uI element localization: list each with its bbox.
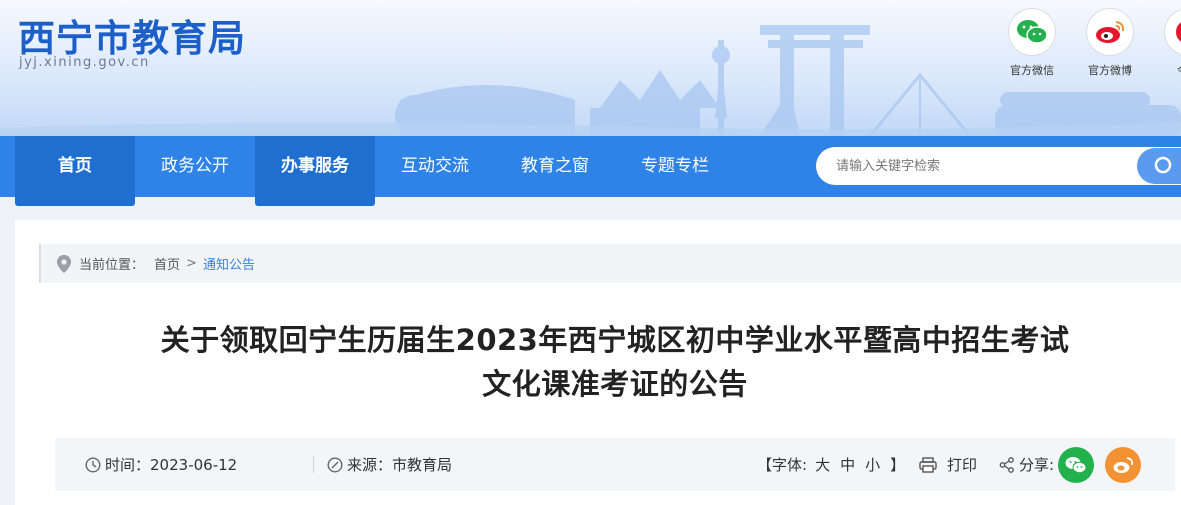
search-button[interactable] xyxy=(1137,148,1181,184)
print-label: 打印 xyxy=(947,456,978,474)
social-wechat-label: 官方微信 xyxy=(1010,64,1054,77)
search-icon xyxy=(1154,156,1172,174)
publish-time: 时间： 2023-06-12 xyxy=(85,438,237,491)
article-meta-bar: 时间： 2023-06-12 来源： 市教育局 【字体: 大 中 小 】 打印 xyxy=(55,438,1175,491)
social-weibo-link[interactable]: 官方微博 xyxy=(1080,8,1140,78)
source-icon xyxy=(327,456,343,473)
source-value: 市教育局 xyxy=(392,456,453,474)
time-value: 2023-06-12 xyxy=(150,455,238,474)
site-title: 西宁市教育局 xyxy=(18,17,246,60)
print-button[interactable]: 打印 xyxy=(919,438,977,491)
time-label: 时间： xyxy=(105,456,151,474)
social-weibo-label: 官方微博 xyxy=(1088,64,1132,77)
nav-education-window[interactable]: 教育之窗 xyxy=(495,136,615,197)
weibo-share-icon xyxy=(1113,456,1134,473)
share-wechat-button[interactable] xyxy=(1058,438,1094,491)
search-input[interactable] xyxy=(836,147,1136,185)
nav-home[interactable]: 首页 xyxy=(15,136,135,206)
font-size-controls: 【字体: 大 中 小 】 xyxy=(757,438,905,491)
font-large-button[interactable]: 大 xyxy=(815,454,830,475)
social-news-label: 今日 xyxy=(1158,62,1181,78)
font-medium-button[interactable]: 中 xyxy=(840,454,855,475)
breadcrumb-separator: > xyxy=(186,256,197,271)
nav-services[interactable]: 办事服务 xyxy=(255,136,375,206)
font-label-close: 】 xyxy=(890,456,906,474)
share-section: 分享: xyxy=(999,438,1054,491)
font-label-open: 【字体: xyxy=(757,456,808,474)
share-weibo-button[interactable] xyxy=(1105,438,1141,491)
source-label: 来源： xyxy=(347,456,393,474)
meta-divider xyxy=(313,456,314,473)
article-title: 关于领取回宁生历届生2023年西宁城区初中学业水平暨高中招生考试 文化课准考证的… xyxy=(40,318,1181,406)
wechat-icon xyxy=(1017,20,1048,44)
share-label: 分享: xyxy=(1019,456,1055,474)
breadcrumb-current-link[interactable]: 通知公告 xyxy=(203,254,255,273)
site-header: 西宁市教育局 jyj.xining.gov.cn 官方微信 官方微博 xyxy=(0,0,1181,136)
article-title-line2: 文化课准考证的公告 xyxy=(482,367,748,401)
nav-special-topics[interactable]: 专题专栏 xyxy=(615,136,735,197)
news-icon xyxy=(1176,22,1181,42)
nav-interaction[interactable]: 互动交流 xyxy=(375,136,495,197)
breadcrumb-prefix: 当前位置： xyxy=(79,258,145,273)
weibo-icon xyxy=(1096,21,1125,43)
clock-icon xyxy=(85,456,101,473)
site-domain: jyj.xining.gov.cn xyxy=(19,55,150,70)
social-news-link[interactable]: 今日 xyxy=(1158,8,1181,78)
share-icon xyxy=(999,456,1014,473)
search-box xyxy=(816,147,1181,185)
social-wechat-link[interactable]: 官方微信 xyxy=(1002,8,1062,78)
printer-icon xyxy=(919,456,937,473)
location-pin-icon xyxy=(57,254,71,273)
breadcrumb: 当前位置： 首页 > 通知公告 xyxy=(39,244,1181,283)
wechat-share-icon xyxy=(1065,456,1087,473)
font-small-button[interactable]: 小 xyxy=(865,454,880,475)
breadcrumb-home-link[interactable]: 首页 xyxy=(154,254,180,273)
article-title-line1: 关于领取回宁生历届生2023年西宁城区初中学业水平暨高中招生考试 xyxy=(160,323,1070,357)
nav-government-affairs[interactable]: 政务公开 xyxy=(135,136,255,197)
article-source: 来源： 市教育局 xyxy=(327,438,452,491)
